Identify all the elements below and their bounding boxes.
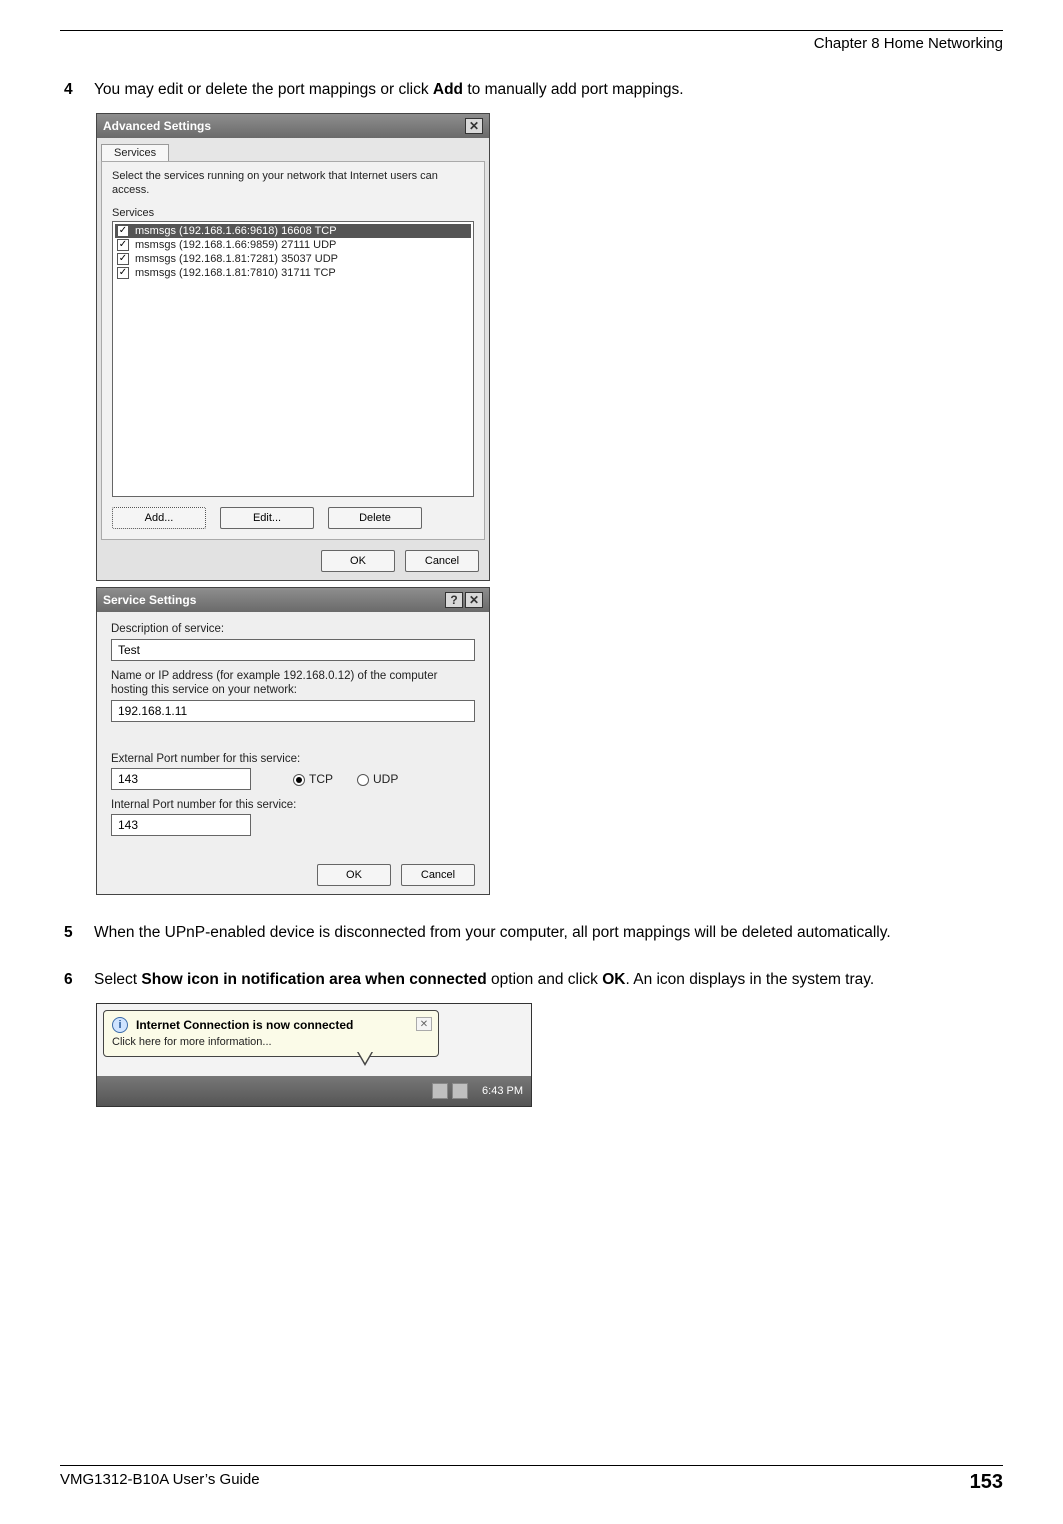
step-4-pre: You may edit or delete the port mappings… [94,81,433,98]
radio-tcp[interactable]: TCP [293,772,333,786]
dialog-advanced-settings: Advanced Settings ✕ Services Select the … [96,113,490,582]
service-row[interactable]: ✓ msmsgs (192.168.1.66:9618) 16608 TCP [115,224,471,238]
description-label: Description of service: [111,622,475,636]
page-number: 153 [970,1471,1003,1494]
step-6-post: . An icon displays in the system tray. [625,971,874,988]
tab-services[interactable]: Services [101,144,169,161]
taskbar: 6:43 PM [97,1076,531,1106]
footer-guide: VMG1312-B10A User’s Guide [60,1471,260,1494]
ok-button[interactable]: OK [317,864,391,886]
notification-balloon[interactable]: i Internet Connection is now connected ✕… [103,1010,439,1057]
step-6-mid: option and click [487,971,602,988]
close-icon[interactable]: ✕ [416,1017,432,1031]
tray-icon[interactable] [432,1083,448,1099]
service-text: msmsgs (192.168.1.81:7810) 31711 TCP [135,267,336,279]
service-row[interactable]: ✓ msmsgs (192.168.1.66:9859) 27111 UDP [115,238,471,252]
help-icon[interactable]: ? [445,592,463,608]
cancel-button[interactable]: Cancel [401,864,475,886]
service-row[interactable]: ✓ msmsgs (192.168.1.81:7281) 35037 UDP [115,252,471,266]
dialog-service-settings: Service Settings ? ✕ Description of serv… [96,587,490,895]
step-5-text: When the UPnP-enabled device is disconne… [94,923,1003,944]
checkbox-icon[interactable]: ✓ [117,253,129,265]
external-port-label: External Port number for this service: [111,752,475,766]
service-row[interactable]: ✓ msmsgs (192.168.1.81:7810) 31711 TCP [115,266,471,280]
service-text: msmsgs (192.168.1.81:7281) 35037 UDP [135,253,338,265]
info-icon: i [112,1017,128,1033]
step-4-number: 4 [60,80,94,101]
checkbox-icon[interactable]: ✓ [117,225,129,237]
description-input[interactable] [111,639,475,661]
tcp-label: TCP [309,772,333,786]
dialog1-instr-line2: access. [112,184,149,196]
step-6-text: Select Show icon in notification area wh… [94,970,1003,991]
service-text: msmsgs (192.168.1.66:9618) 16608 TCP [135,225,337,237]
close-icon[interactable]: ✕ [465,592,483,608]
cancel-button[interactable]: Cancel [405,550,479,572]
checkbox-icon[interactable]: ✓ [117,267,129,279]
step-6-bold1: Show icon in notification area when conn… [141,971,486,988]
tray-icon[interactable] [452,1083,468,1099]
service-text: msmsgs (192.168.1.66:9859) 27111 UDP [135,239,336,251]
ip-input[interactable] [111,700,475,722]
edit-button[interactable]: Edit... [220,507,314,529]
services-listbox[interactable]: ✓ msmsgs (192.168.1.66:9618) 16608 TCP ✓… [112,221,474,497]
balloon-subtext: Click here for more information... [112,1036,430,1048]
tray-screenshot: i Internet Connection is now connected ✕… [96,1003,532,1107]
chapter-header: Chapter 8 Home Networking [60,35,1003,52]
delete-button[interactable]: Delete [328,507,422,529]
dialog2-title: Service Settings [103,593,196,607]
step-4-bold: Add [433,81,463,98]
dialog1-instruction: Select the services running on your netw… [112,170,474,198]
close-icon[interactable]: ✕ [465,118,483,134]
udp-label: UDP [373,772,398,786]
checkbox-icon[interactable]: ✓ [117,239,129,251]
add-button[interactable]: Add... [112,507,206,529]
internal-port-input[interactable] [111,814,251,836]
ok-button[interactable]: OK [321,550,395,572]
step-6-bold2: OK [602,971,625,988]
dialog1-instr-line1: Select the services running on your netw… [112,170,438,182]
step-4-text: You may edit or delete the port mappings… [94,80,1003,101]
radio-icon [293,774,305,786]
step-4-post: to manually add port mappings. [463,81,684,98]
services-label: Services [112,207,474,219]
step-6-number: 6 [60,970,94,991]
dialog1-title: Advanced Settings [103,119,211,133]
balloon-title: Internet Connection is now connected [136,1018,353,1032]
clock: 6:43 PM [482,1085,523,1097]
internal-port-label: Internal Port number for this service: [111,798,475,812]
step-6-pre: Select [94,971,141,988]
step-5-number: 5 [60,923,94,944]
ip-label: Name or IP address (for example 192.168.… [111,669,475,698]
radio-icon [357,774,369,786]
external-port-input[interactable] [111,768,251,790]
radio-udp[interactable]: UDP [357,772,398,786]
